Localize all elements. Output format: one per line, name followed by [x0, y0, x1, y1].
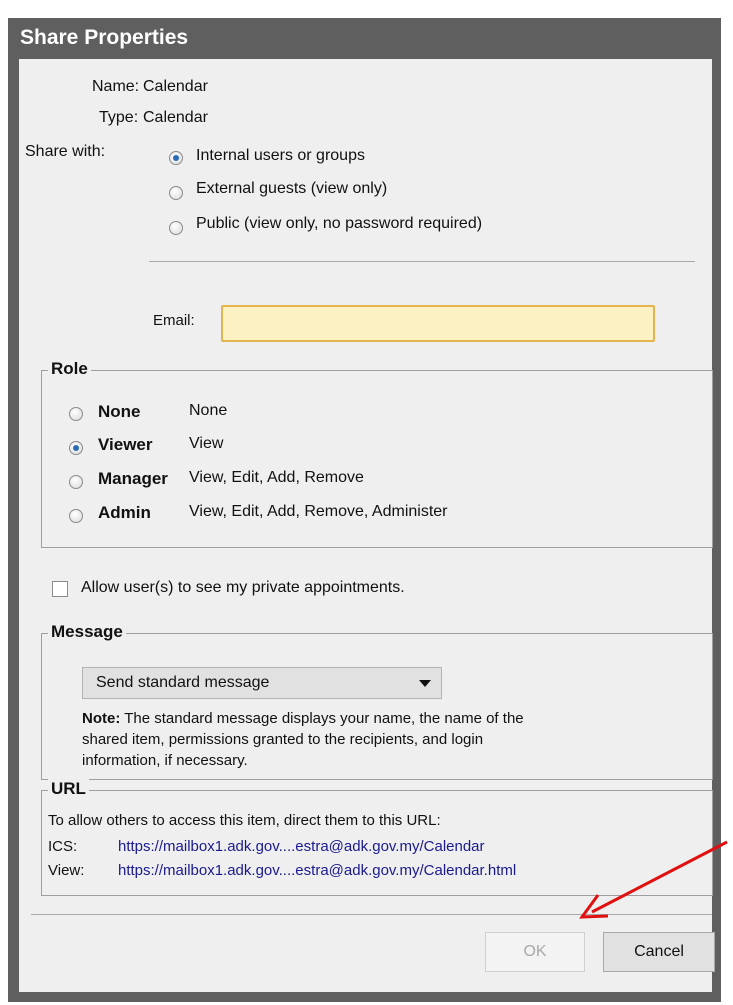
name-label: Name:: [92, 78, 140, 95]
view-label: View:: [48, 862, 85, 879]
share-with-label: Share with:: [25, 143, 106, 160]
ics-label: ICS:: [48, 838, 78, 855]
message-note-line3: information, if necessary.: [82, 752, 248, 769]
share-public-radio[interactable]: [169, 221, 183, 235]
share-properties-dialog: Share Properties Name: Calendar Type: Ca…: [8, 18, 721, 1002]
dialog-title: Share Properties: [20, 26, 189, 49]
private-appointments-label[interactable]: Allow user(s) to see my private appointm…: [81, 579, 405, 597]
share-external-radio[interactable]: [169, 186, 183, 200]
role-viewer-desc: View: [189, 435, 224, 452]
role-manager-radio[interactable]: [69, 475, 83, 489]
role-viewer-radio[interactable]: [69, 441, 83, 455]
message-note: Note: The standard message displays your…: [82, 708, 706, 771]
role-legend: Role: [48, 359, 91, 379]
message-fieldset: Message Send standard message Note: The …: [41, 622, 713, 780]
private-appointments-checkbox[interactable]: [52, 581, 68, 597]
role-none-name[interactable]: None: [98, 402, 141, 422]
role-manager-desc: View, Edit, Add, Remove: [189, 469, 364, 486]
footer-divider: [31, 914, 712, 915]
role-manager-name[interactable]: Manager: [98, 469, 168, 489]
chevron-down-icon: [419, 680, 431, 687]
type-value: Calendar: [143, 109, 208, 126]
message-note-bold: Note:: [82, 710, 121, 727]
message-note-line2: shared item, permissions granted to the …: [82, 731, 484, 748]
cancel-button[interactable]: Cancel: [603, 932, 715, 972]
role-admin-desc: View, Edit, Add, Remove, Administer: [189, 503, 448, 520]
dialog-body: Name: Calendar Type: Calendar Share with…: [19, 59, 713, 992]
url-intro: To allow others to access this item, dir…: [48, 812, 441, 829]
share-public-label[interactable]: Public (view only, no password required): [196, 215, 482, 233]
share-divider: [149, 261, 695, 262]
type-label: Type:: [99, 109, 139, 126]
message-legend: Message: [48, 622, 126, 642]
share-internal-label[interactable]: Internal users or groups: [196, 147, 365, 165]
message-note-line1: The standard message displays your name,…: [124, 710, 524, 727]
view-link[interactable]: https://mailbox1.adk.gov....estra@adk.go…: [118, 862, 516, 879]
message-select-value: Send standard message: [96, 674, 270, 691]
name-value: Calendar: [143, 78, 208, 95]
ok-button[interactable]: OK: [485, 932, 585, 972]
url-fieldset: URL To allow others to access this item,…: [41, 779, 713, 896]
url-legend: URL: [48, 779, 89, 799]
share-external-label[interactable]: External guests (view only): [196, 180, 387, 198]
share-internal-radio[interactable]: [169, 151, 183, 165]
email-label: Email:: [153, 312, 195, 329]
role-admin-radio[interactable]: [69, 509, 83, 523]
ics-link[interactable]: https://mailbox1.adk.gov....estra@adk.go…: [118, 838, 485, 855]
role-viewer-name[interactable]: Viewer: [98, 435, 153, 455]
role-fieldset: Role None None Viewer View Manager View,…: [41, 359, 713, 548]
email-input[interactable]: [221, 305, 655, 342]
role-none-desc: None: [189, 402, 228, 419]
role-none-radio[interactable]: [69, 407, 83, 421]
role-admin-name[interactable]: Admin: [98, 503, 151, 523]
message-select[interactable]: Send standard message: [82, 667, 442, 699]
